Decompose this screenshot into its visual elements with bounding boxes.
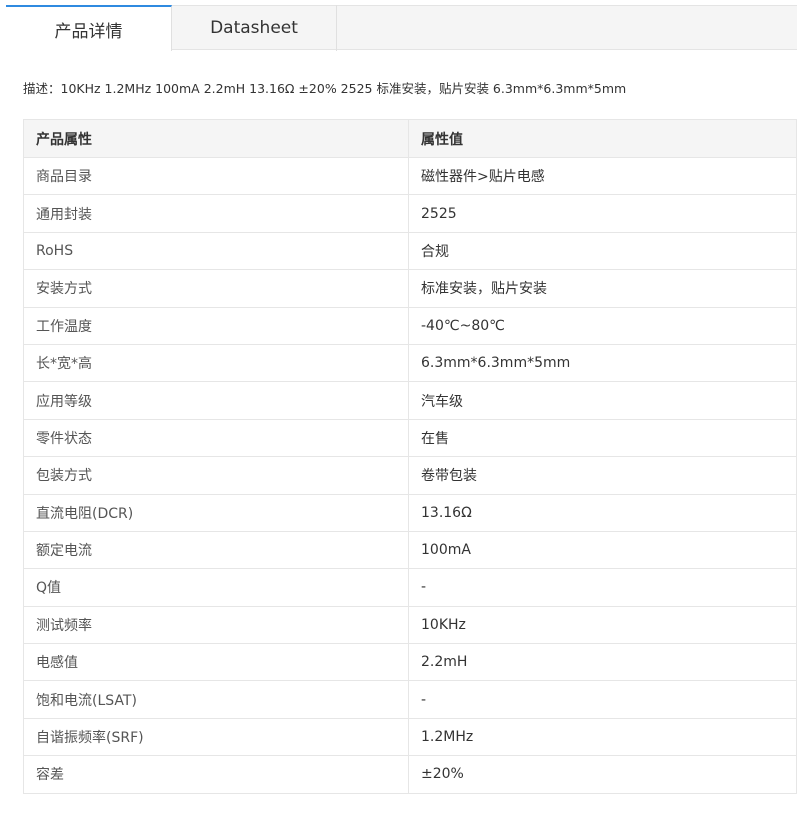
table-row: RoHS 合规 bbox=[23, 231, 797, 271]
table-row: 电感值 2.2mH bbox=[23, 643, 797, 682]
attribute-value: 100mA bbox=[408, 530, 797, 570]
attribute-value: 在售 bbox=[408, 418, 797, 458]
attribute-value: 13.16Ω bbox=[408, 493, 797, 532]
attribute-name: 包装方式 bbox=[23, 456, 409, 495]
attribute-value: 汽车级 bbox=[408, 381, 797, 420]
attribute-value: 磁性器件>贴片电感 bbox=[408, 156, 797, 196]
attribute-value: 标准安装，贴片安装 bbox=[408, 269, 797, 308]
header-value: 属性值 bbox=[408, 119, 797, 158]
attribute-name: 工作温度 bbox=[23, 306, 409, 345]
tab-product-details[interactable]: 产品详情 bbox=[6, 5, 172, 51]
attribute-value: 合规 bbox=[408, 231, 797, 271]
attribute-name: RoHS bbox=[23, 231, 409, 271]
attribute-value: 2525 bbox=[408, 194, 797, 233]
attribute-name: 电感值 bbox=[23, 643, 409, 682]
attribute-name: 自谐振频率(SRF) bbox=[23, 717, 409, 757]
table-row: 测试频率 10KHz bbox=[23, 605, 797, 645]
attribute-name: Q值 bbox=[23, 568, 409, 607]
table-row: 商品目录 磁性器件>贴片电感 bbox=[23, 156, 797, 196]
attribute-name: 安装方式 bbox=[23, 269, 409, 308]
header-attribute: 产品属性 bbox=[23, 119, 409, 158]
attribute-value: 6.3mm*6.3mm*5mm bbox=[408, 343, 797, 383]
attribute-name: 零件状态 bbox=[23, 418, 409, 458]
attribute-value: 1.2MHz bbox=[408, 717, 797, 757]
attribute-value: ±20% bbox=[408, 755, 797, 794]
attribute-name: 直流电阻(DCR) bbox=[23, 493, 409, 532]
table-row: 安装方式 标准安装，贴片安装 bbox=[23, 269, 797, 308]
table-row: 长*宽*高 6.3mm*6.3mm*5mm bbox=[23, 343, 797, 383]
attribute-value: - bbox=[408, 680, 797, 719]
attribute-value: -40℃~80℃ bbox=[408, 306, 797, 345]
attribute-name: 应用等级 bbox=[23, 381, 409, 420]
table-row: 容差 ±20% bbox=[23, 755, 797, 794]
tab-bar: 产品详情 Datasheet bbox=[6, 5, 797, 51]
attribute-value: 卷带包装 bbox=[408, 456, 797, 495]
table-row: 饱和电流(LSAT) - bbox=[23, 680, 797, 719]
table-row: 自谐振频率(SRF) 1.2MHz bbox=[23, 717, 797, 757]
table-row: 直流电阻(DCR) 13.16Ω bbox=[23, 493, 797, 532]
attribute-name: 长*宽*高 bbox=[23, 343, 409, 383]
attribute-value: 2.2mH bbox=[408, 643, 797, 682]
table-row: 包装方式 卷带包装 bbox=[23, 456, 797, 495]
attribute-value: 10KHz bbox=[408, 605, 797, 645]
attribute-name: 饱和电流(LSAT) bbox=[23, 680, 409, 719]
table-header-row: 产品属性 属性值 bbox=[23, 119, 797, 158]
table-body: 商品目录 磁性器件>贴片电感 通用封装 2525 RoHS 合规 安装方式 标准安装，贴片安装… bbox=[23, 156, 797, 794]
tab-datasheet[interactable]: Datasheet bbox=[172, 5, 337, 51]
attribute-name: 额定电流 bbox=[23, 530, 409, 570]
table-row: 零件状态 在售 bbox=[23, 418, 797, 458]
table-row: 工作温度 -40℃~80℃ bbox=[23, 306, 797, 345]
attribute-name: 测试频率 bbox=[23, 605, 409, 645]
attributes-table: 产品属性 属性值 商品目录 磁性器件>贴片电感 通用封装 2525 RoHS 合规 安装方式… bbox=[23, 119, 797, 794]
table-row: 额定电流 100mA bbox=[23, 530, 797, 570]
attribute-name: 商品目录 bbox=[23, 156, 409, 196]
attribute-name: 通用封装 bbox=[23, 194, 409, 233]
table-row: 应用等级 汽车级 bbox=[23, 381, 797, 420]
attribute-name: 容差 bbox=[23, 755, 409, 794]
product-description: 描述：10KHz 1.2MHz 100mA 2.2mH 13.16Ω ±20% … bbox=[23, 81, 627, 96]
table-row: 通用封装 2525 bbox=[23, 194, 797, 233]
table-row: Q值 - bbox=[23, 568, 797, 607]
attribute-value: - bbox=[408, 568, 797, 607]
